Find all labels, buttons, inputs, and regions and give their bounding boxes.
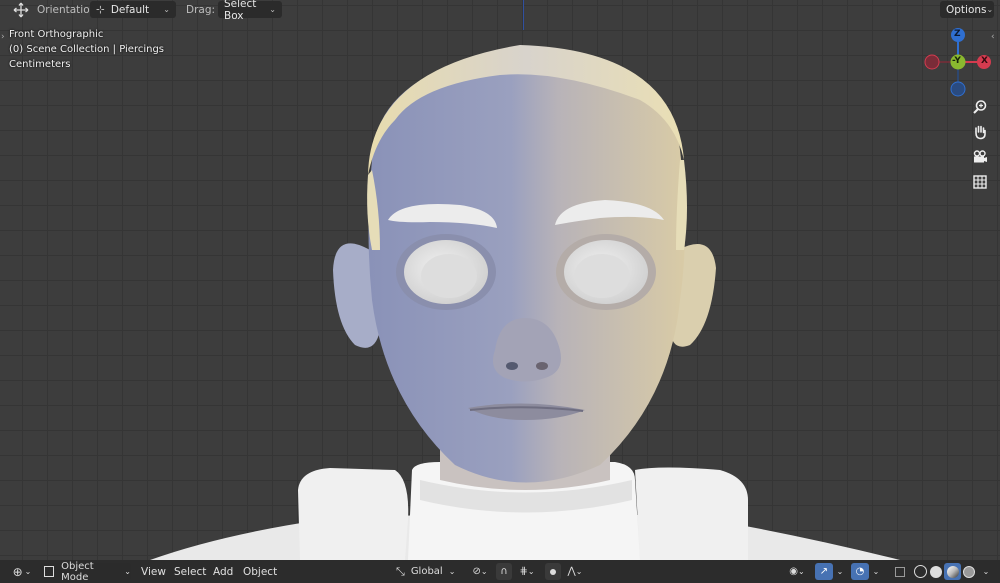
zoom-icon[interactable] bbox=[968, 96, 992, 118]
overlays-dropdown[interactable]: ⌄ bbox=[870, 563, 882, 580]
pivot-icon: ⊘ bbox=[472, 566, 481, 577]
chevron-down-icon: ⌄ bbox=[836, 567, 844, 576]
editor-type-dropdown[interactable]: ⊕ ⌄ bbox=[8, 563, 36, 580]
options-dropdown[interactable]: Options ⌄ bbox=[940, 1, 994, 18]
menu-select[interactable]: Select bbox=[174, 564, 206, 580]
chevron-down-icon: ⌄ bbox=[982, 567, 990, 576]
pivot-point-dropdown[interactable]: ⊘ ⌄ bbox=[468, 563, 492, 580]
proportional-editing-toggle[interactable] bbox=[545, 563, 561, 580]
shading-dropdown[interactable]: ⌄ bbox=[980, 563, 992, 580]
gizmo-x-label: X bbox=[981, 56, 988, 66]
gizmo-dropdown[interactable]: ⌄ bbox=[834, 563, 846, 580]
orientation-dropdown[interactable]: ⊹ Default ⌄ bbox=[90, 1, 176, 18]
viewport-header: Orientation: ⊹ Default ⌄ Drag: Select Bo… bbox=[0, 0, 1000, 22]
snap-target-dropdown[interactable]: ⋕ ⌄ bbox=[513, 563, 541, 580]
overlays-toggle[interactable]: ◔ bbox=[851, 563, 869, 580]
drag-dropdown[interactable]: Select Box ⌄ bbox=[218, 0, 282, 22]
material-sphere-icon bbox=[946, 565, 959, 578]
chevron-down-icon: ⌄ bbox=[163, 5, 170, 14]
chevron-down-icon: ⌄ bbox=[269, 5, 276, 14]
units-label: Centimeters bbox=[9, 59, 71, 70]
xray-icon bbox=[895, 566, 905, 577]
chevron-down-icon: ⌄ bbox=[480, 567, 488, 576]
shading-material-button[interactable] bbox=[944, 563, 961, 580]
eye-icon: ◉ bbox=[789, 566, 799, 577]
chevron-down-icon: ⌄ bbox=[448, 567, 456, 576]
falloff-curve-icon: ⋀ bbox=[567, 566, 576, 577]
menu-object[interactable]: Object bbox=[243, 564, 277, 580]
menu-add[interactable]: Add bbox=[213, 564, 233, 580]
solid-sphere-icon bbox=[930, 565, 942, 578]
visibility-dropdown[interactable]: ◉ ⌄ bbox=[784, 563, 810, 580]
camera-icon[interactable] bbox=[968, 146, 992, 168]
view-name: Front Orthographic bbox=[9, 29, 104, 40]
wireframe-sphere-icon bbox=[913, 565, 927, 578]
orientation-value: Default bbox=[110, 3, 150, 16]
gizmo-arrow-icon: ↗ bbox=[819, 566, 829, 577]
proportional-dot-icon bbox=[550, 568, 556, 575]
chevron-down-icon: ⌄ bbox=[24, 567, 32, 576]
orientation-axes-icon: ⤡ bbox=[396, 564, 405, 578]
shading-rendered-button[interactable] bbox=[961, 563, 977, 580]
gizmo-z-label: Z bbox=[954, 29, 961, 39]
editor-type-icon: ⊕ bbox=[12, 564, 23, 579]
shading-wireframe-button[interactable] bbox=[912, 563, 928, 580]
drag-value: Select Box bbox=[224, 0, 257, 22]
orientation-icon: ⊹ bbox=[96, 3, 105, 16]
rendered-sphere-icon bbox=[963, 565, 975, 578]
chevron-down-icon: ⌄ bbox=[986, 5, 994, 14]
options-label: Options bbox=[946, 3, 987, 16]
collection-info: (0) Scene Collection | Piercings bbox=[9, 44, 165, 55]
chevron-down-icon: ⌄ bbox=[798, 567, 805, 576]
chevron-down-icon: ⌄ bbox=[124, 567, 131, 576]
chevron-down-icon: ⌄ bbox=[575, 567, 583, 576]
magnet-icon: ∩ bbox=[500, 566, 508, 577]
mode-label: Object Mode bbox=[61, 560, 94, 583]
proportional-falloff-dropdown[interactable]: ⋀ ⌄ bbox=[562, 563, 588, 580]
mode-dropdown[interactable]: Object Mode ⌄ bbox=[40, 560, 131, 583]
bottom-header: ⊕ ⌄ Object Mode ⌄ View Select Add Object … bbox=[0, 560, 1000, 583]
chevron-down-icon: ⌄ bbox=[527, 567, 535, 576]
shading-solid-button[interactable] bbox=[928, 563, 944, 580]
object-mode-icon bbox=[44, 566, 55, 577]
character-model bbox=[150, 45, 900, 560]
xray-toggle[interactable] bbox=[892, 563, 908, 580]
drag-label: Drag: bbox=[186, 4, 216, 16]
transform-orientation-value: Global bbox=[410, 566, 443, 577]
transform-orientation-dropdown[interactable]: ⤡ Global ⌄ bbox=[396, 563, 462, 580]
hand-pan-icon[interactable] bbox=[968, 121, 992, 143]
chevron-down-icon: ⌄ bbox=[872, 567, 880, 576]
gizmo-toggle[interactable]: ↗ bbox=[815, 563, 833, 580]
menu-view[interactable]: View bbox=[141, 564, 166, 580]
snap-increment-icon: ⋕ bbox=[519, 566, 528, 577]
toolbar-expand-icon[interactable]: › bbox=[1, 32, 5, 42]
gizmo-y-label: -Y bbox=[952, 56, 961, 66]
snap-toggle[interactable]: ∩ bbox=[496, 563, 512, 580]
overlays-icon: ◔ bbox=[855, 566, 865, 577]
grid-perspective-icon[interactable] bbox=[968, 171, 992, 193]
transform-move-icon[interactable] bbox=[12, 2, 30, 18]
